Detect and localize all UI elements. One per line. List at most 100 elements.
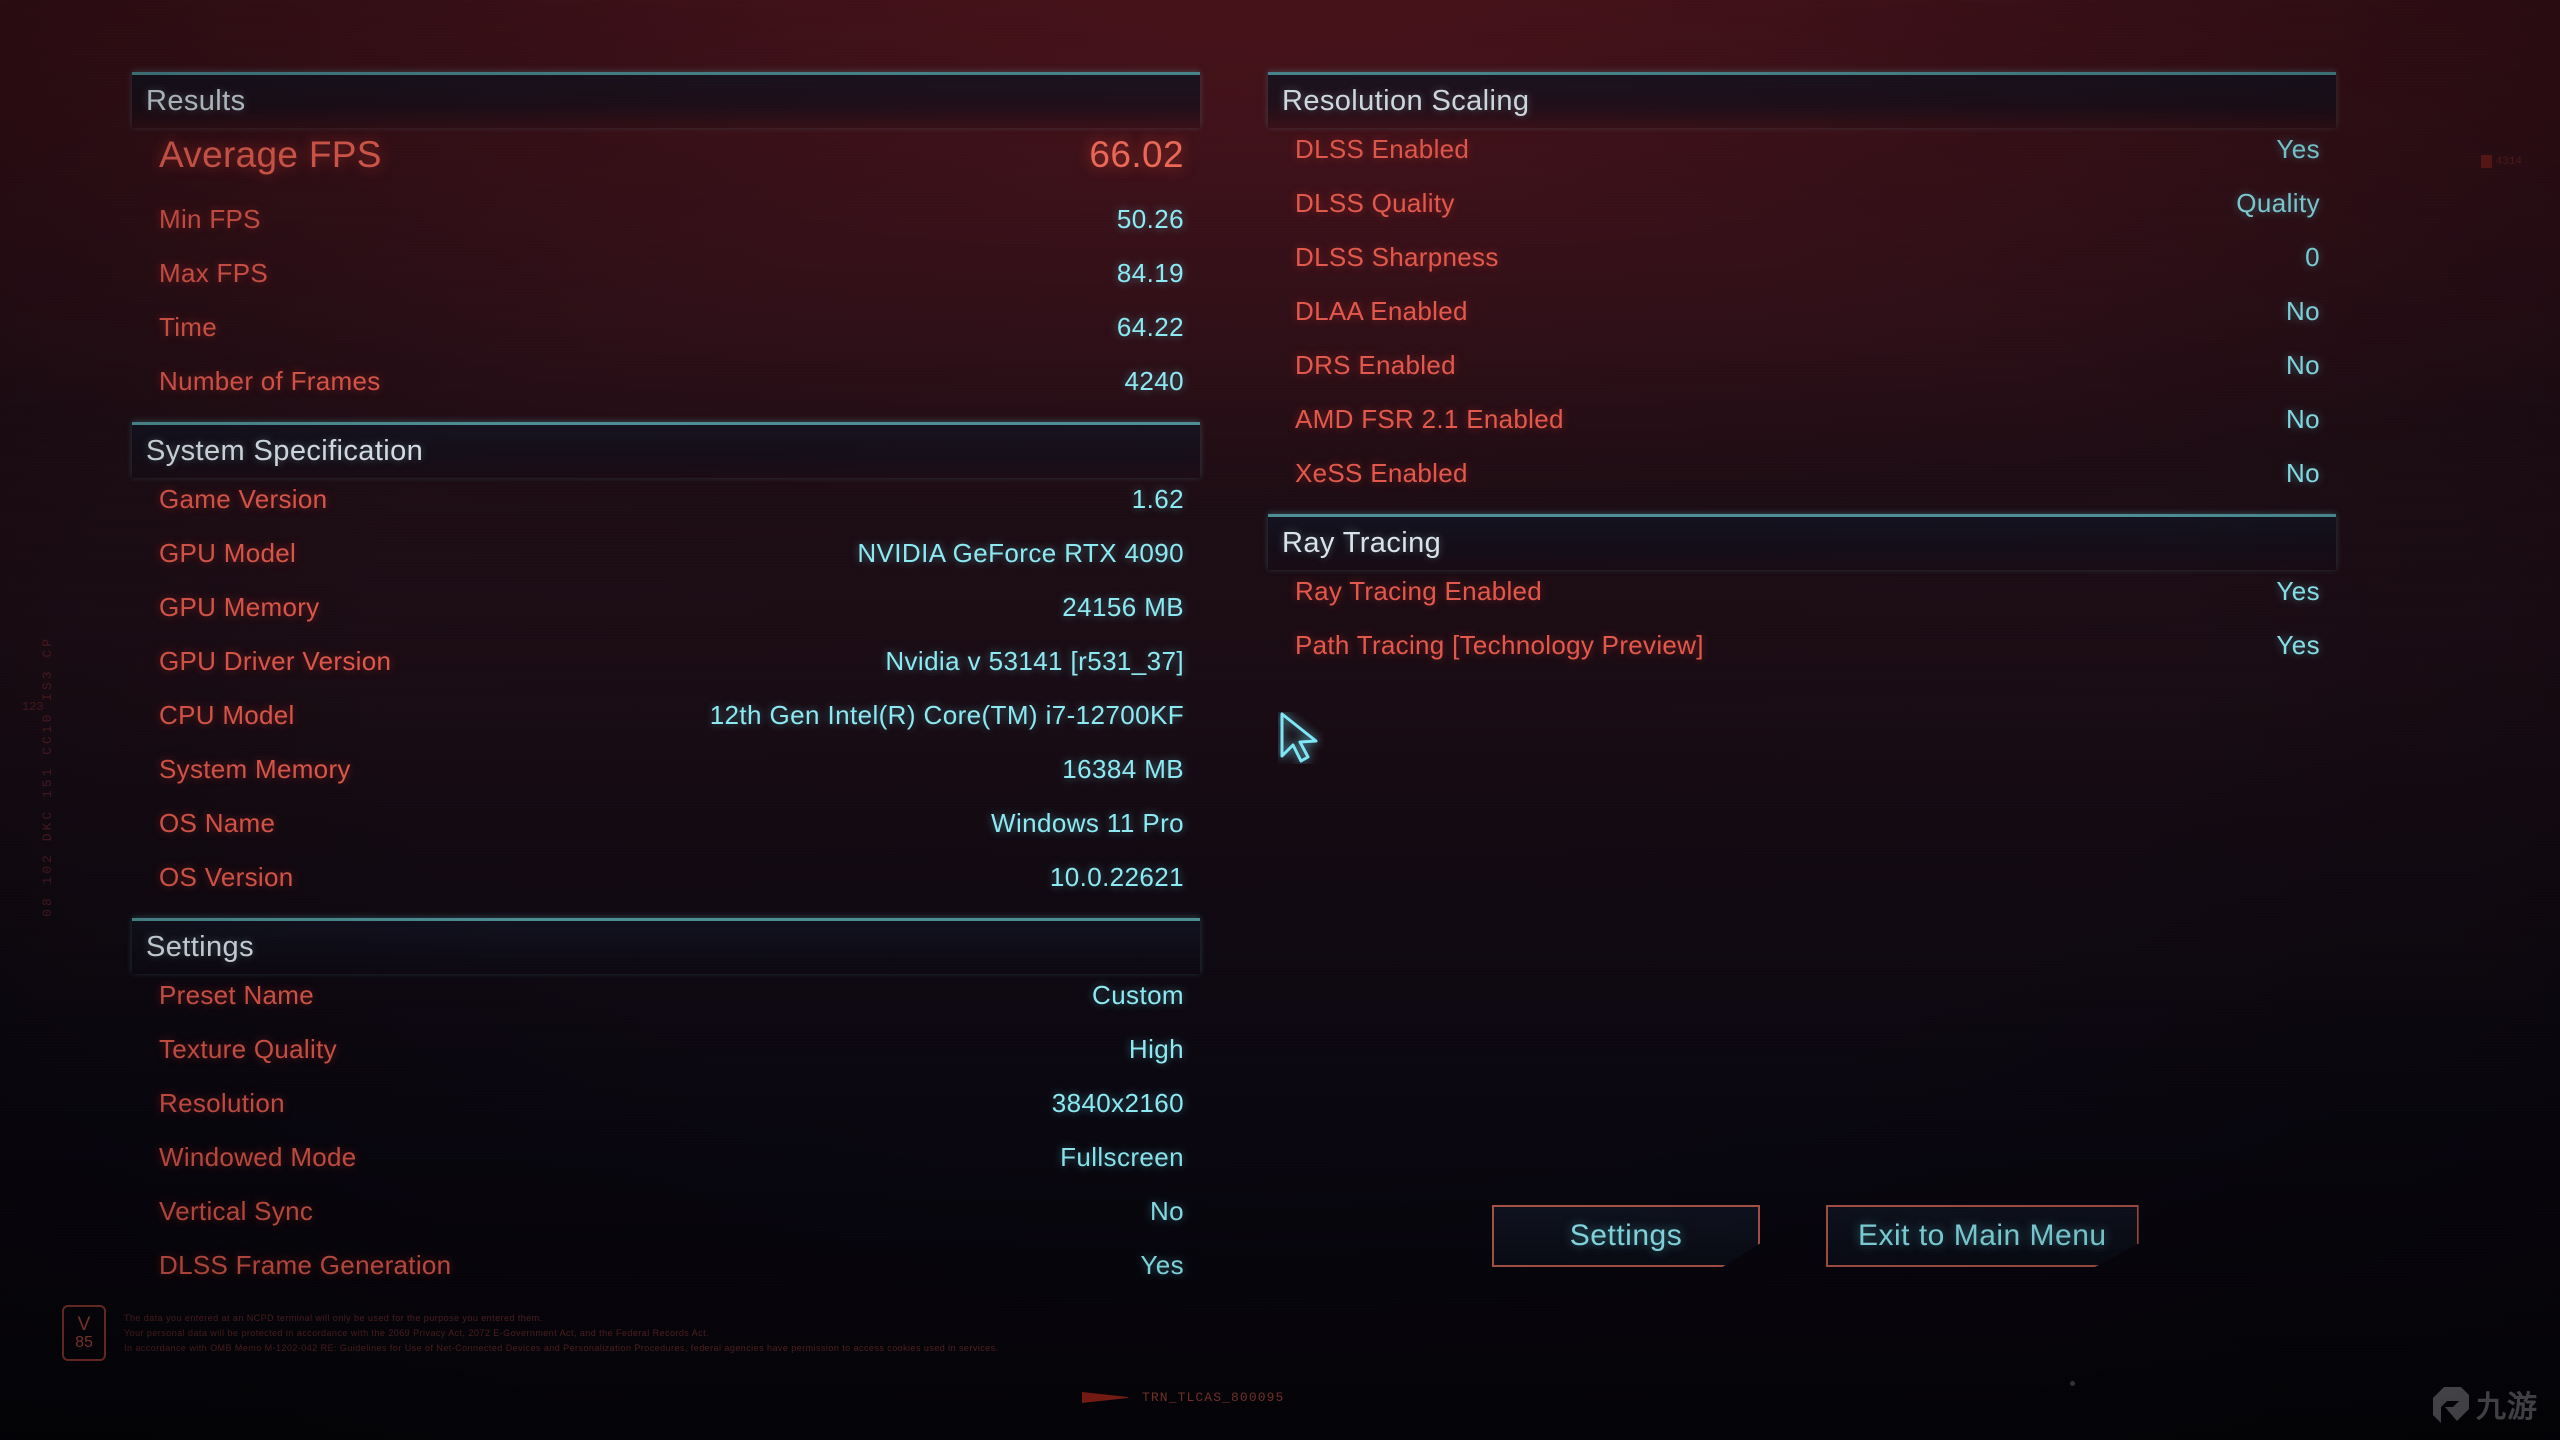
section-header: System Specification [132, 422, 1200, 478]
stat-label: DLSS Sharpness [1295, 242, 1499, 272]
stat-value: 3840x2160 [1051, 1088, 1184, 1118]
stat-label: DLSS Frame Generation [159, 1250, 452, 1280]
stat-value: 12th Gen Intel(R) Core(TM) i7-12700KF [709, 700, 1184, 730]
stat-row: AMD FSR 2.1 Enabled No [1268, 404, 2336, 458]
stat-row: DLSS Sharpness 0 [1268, 242, 2336, 296]
section-title: System Specification [146, 435, 424, 467]
stat-row: GPU Model NVIDIA GeForce RTX 4090 [132, 538, 1200, 592]
stat-row: DLAA Enabled No [1268, 296, 2336, 350]
stat-value: No [1149, 1196, 1184, 1226]
stat-row: CPU Model 12th Gen Intel(R) Core(TM) i7-1… [132, 700, 1200, 754]
stat-row: Game Version 1.62 [132, 484, 1200, 538]
stat-row: Time 64.22 [132, 312, 1200, 366]
wedge-icon [1082, 1392, 1128, 1403]
settings-button[interactable]: Settings [1492, 1205, 1760, 1267]
legal-disclaimer-text: The data you entered at an NCPD terminal… [124, 1305, 999, 1356]
corner-decoration-mark: 4314 [2480, 155, 2522, 168]
stat-label: Average FPS [159, 134, 382, 175]
stat-label: GPU Model [159, 538, 297, 568]
left-column: Results Average FPS 66.02 Min FPS 50.26 Max F… [132, 72, 1200, 1306]
stat-label: Time [159, 312, 218, 342]
stat-row: XeSS Enabled No [1268, 458, 2336, 512]
stat-label: System Memory [159, 754, 351, 784]
section-results: Results Average FPS 66.02 Min FPS 50.26 Max F… [132, 72, 1200, 420]
stat-row: Preset Name Custom [132, 980, 1200, 1034]
stat-value: Yes [1140, 1250, 1184, 1280]
stat-row: Vertical Sync No [132, 1196, 1200, 1250]
stat-label: Ray Tracing Enabled [1295, 576, 1543, 606]
stat-label: Min FPS [159, 204, 261, 234]
stat-row: Average FPS 66.02 [132, 134, 1200, 204]
stat-label: DLSS Enabled [1295, 134, 1470, 164]
section-title: Ray Tracing [1282, 527, 1442, 559]
exit-to-main-menu-button[interactable]: Exit to Main Menu [1826, 1205, 2139, 1267]
stat-value: 66.02 [1089, 134, 1184, 175]
stat-label: GPU Memory [159, 592, 320, 622]
stat-value: 0 [2305, 242, 2320, 272]
corner-mark-text: 4314 [2495, 155, 2522, 168]
section-header: Ray Tracing [1268, 514, 2336, 570]
stat-row: System Memory 16384 MB [132, 754, 1200, 808]
version-badge: V 85 [62, 1305, 106, 1361]
section-rows: DLSS Enabled Yes DLSS Quality Quality DLSS S… [1268, 128, 2336, 512]
bottom-center-tag: TRN_TLCAS_800095 [1082, 1390, 1284, 1405]
stat-label: Game Version [159, 484, 328, 514]
stat-label: GPU Driver Version [159, 646, 392, 676]
stat-label: DLSS Quality [1295, 188, 1455, 218]
stat-label: CPU Model [159, 700, 295, 730]
stat-label: Number of Frames [159, 366, 381, 396]
section-rows: Average FPS 66.02 Min FPS 50.26 Max FPS 84.19… [132, 128, 1200, 420]
section-title: Settings [146, 931, 254, 963]
section-settings: Settings Preset Name Custom Texture Quality… [132, 918, 1200, 1304]
stat-row: DLSS Enabled Yes [1268, 134, 2336, 188]
stat-value: Yes [2276, 576, 2320, 606]
stat-value: 64.22 [1116, 312, 1184, 342]
stat-row: DRS Enabled No [1268, 350, 2336, 404]
stat-value: Windows 11 Pro [991, 808, 1184, 838]
stat-row: Ray Tracing Enabled Yes [1268, 576, 2336, 630]
section-header: Results [132, 72, 1200, 128]
stat-row: GPU Memory 24156 MB [132, 592, 1200, 646]
legal-line: In accordance with OMB Memo M-1202-042 R… [124, 1342, 999, 1353]
site-watermark: 九游 [2431, 1382, 2538, 1426]
stat-value: 4240 [1124, 366, 1184, 396]
stat-label: DLAA Enabled [1295, 296, 1468, 326]
stat-label: OS Version [159, 862, 294, 892]
watermark-text: 九游 [2476, 1391, 2538, 1424]
stat-label: Vertical Sync [159, 1196, 314, 1226]
stat-value: Fullscreen [1060, 1142, 1184, 1172]
stat-label: DRS Enabled [1295, 350, 1456, 380]
legal-line: The data you entered at an NCPD terminal… [124, 1313, 543, 1323]
section-rows: Preset Name Custom Texture Quality High Reso… [132, 974, 1200, 1304]
stat-value: Yes [2276, 630, 2320, 660]
stat-label: Texture Quality [159, 1034, 337, 1064]
edge-ticker-text: 08 102 DKC 151 CC10 IS3 CP [40, 636, 55, 917]
stat-row: Min FPS 50.26 [132, 204, 1200, 258]
stat-row: DLSS Frame Generation Yes [132, 1250, 1200, 1304]
edge-ticker-number: 123 [22, 700, 44, 714]
action-button-bar: Settings Exit to Main Menu [1492, 1205, 2139, 1267]
right-column: Resolution Scaling DLSS Enabled Yes DLSS Qu… [1268, 72, 2336, 686]
stat-value: NVIDIA GeForce RTX 4090 [857, 538, 1184, 568]
watermark-logo-icon [2433, 1387, 2469, 1423]
dot-decoration-icon [2070, 1381, 2075, 1386]
stat-label: Resolution [159, 1088, 285, 1118]
stat-label: AMD FSR 2.1 Enabled [1295, 404, 1564, 434]
stat-value: 10.0.22621 [1049, 862, 1184, 892]
stat-value: Custom [1092, 980, 1184, 1010]
legal-line: Your personal data will be protected in … [124, 1327, 710, 1338]
footer-legal-block: V 85 The data you entered at an NCPD ter… [62, 1305, 999, 1361]
section-rows: Game Version 1.62 GPU Model NVIDIA GeForce … [132, 478, 1200, 916]
section-resolution-scaling: Resolution Scaling DLSS Enabled Yes DLSS Qu… [1268, 72, 2336, 512]
stat-value: 50.26 [1116, 204, 1184, 234]
stat-label: Max FPS [159, 258, 269, 288]
stat-row: Max FPS 84.19 [132, 258, 1200, 312]
stat-row: Path Tracing [Technology Preview] Yes [1268, 630, 2336, 684]
mouse-cursor-icon [1278, 712, 1324, 764]
stat-row: GPU Driver Version Nvidia v 53141 [r531_3… [132, 646, 1200, 700]
stat-value: 24156 MB [1062, 592, 1184, 622]
stat-row: Resolution 3840x2160 [132, 1088, 1200, 1142]
stat-label: OS Name [159, 808, 276, 838]
version-letter: V [77, 1313, 91, 1335]
stat-value: 84.19 [1116, 258, 1184, 288]
